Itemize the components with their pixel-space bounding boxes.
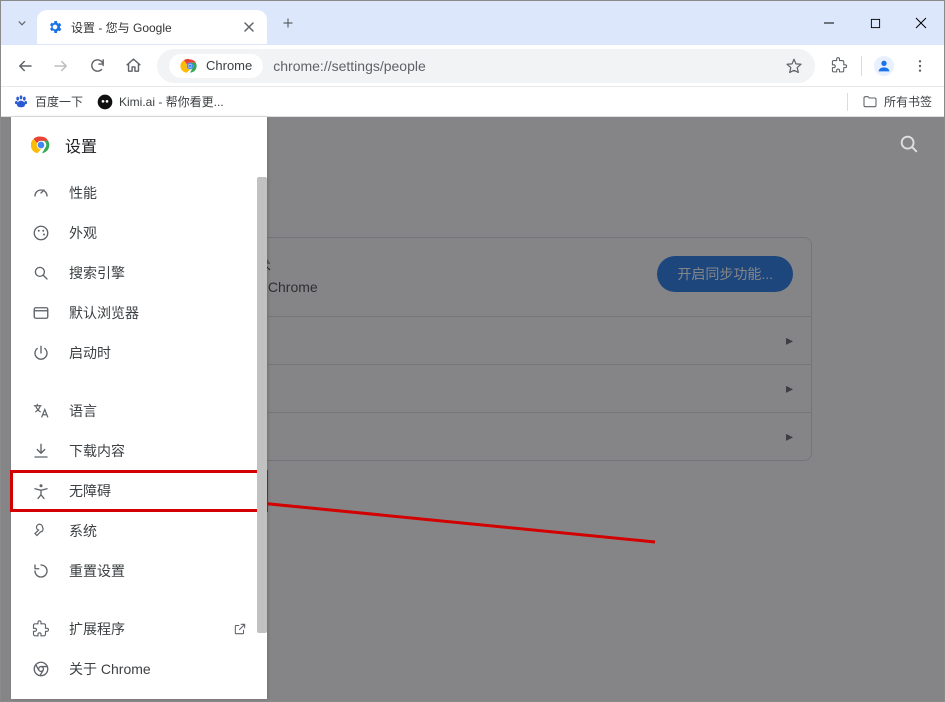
extensions-button[interactable] xyxy=(823,50,855,82)
bookmark-item-kimi[interactable]: Kimi.ai - 帮你看更... xyxy=(97,93,224,110)
star-icon xyxy=(785,57,803,75)
menu-button[interactable] xyxy=(904,50,936,82)
tab-search-button[interactable] xyxy=(7,8,37,38)
window-close-button[interactable] xyxy=(898,1,944,45)
scrollbar-thumb[interactable] xyxy=(257,177,267,633)
puzzle-icon xyxy=(831,57,848,74)
address-bar[interactable]: Chrome chrome://settings/people xyxy=(157,49,815,83)
maximize-icon xyxy=(870,18,881,29)
bookmark-label: Kimi.ai - 帮你看更... xyxy=(119,93,224,110)
arrow-right-icon xyxy=(52,57,70,75)
sidebar-item-about-chrome[interactable]: 关于 Chrome xyxy=(11,649,267,689)
browser-toolbar: Chrome chrome://settings/people xyxy=(1,45,944,87)
sidebar-item-languages[interactable]: 语言 xyxy=(11,391,267,431)
home-button[interactable] xyxy=(117,50,149,82)
puzzle-icon xyxy=(31,619,51,639)
minimize-icon xyxy=(823,17,835,29)
download-icon xyxy=(31,441,51,461)
sidebar-scroll-area: 性能 外观 搜索引擎 默认浏览器 启动时 语言 下载内容 无障碍 xyxy=(11,173,267,699)
search-icon xyxy=(31,263,51,283)
forward-button[interactable] xyxy=(45,50,77,82)
sidebar-item-label: 扩展程序 xyxy=(69,619,125,639)
sidebar-item-label: 无障碍 xyxy=(69,481,111,501)
url-text: chrome://settings/people xyxy=(273,58,426,74)
browser-window-icon xyxy=(31,303,51,323)
person-icon xyxy=(874,56,894,76)
sidebar-item-label: 语言 xyxy=(69,401,97,421)
sidebar-item-downloads[interactable]: 下载内容 xyxy=(11,431,267,471)
settings-sidebar: 设置 性能 外观 搜索引擎 默认浏览器 启动时 语言 下载内 xyxy=(11,117,267,699)
translate-icon xyxy=(31,401,51,421)
window-minimize-button[interactable] xyxy=(806,1,852,45)
open-external-icon xyxy=(233,622,247,636)
settings-title: 设置 xyxy=(65,133,97,157)
home-icon xyxy=(125,57,142,74)
tab-title: 设置 - 您与 Google xyxy=(71,19,233,36)
arrow-left-icon xyxy=(16,57,34,75)
window-maximize-button[interactable] xyxy=(852,1,898,45)
chrome-logo-icon xyxy=(31,135,51,155)
sidebar-item-search-engine[interactable]: 搜索引擎 xyxy=(11,253,267,293)
bookmarks-separator xyxy=(847,93,848,111)
new-tab-button[interactable] xyxy=(273,8,303,38)
settings-search-button[interactable] xyxy=(898,133,920,155)
sidebar-item-extensions[interactable]: 扩展程序 xyxy=(11,609,267,649)
tab-strip: 设置 - 您与 Google xyxy=(1,1,944,45)
site-info-label: Chrome xyxy=(206,58,252,73)
bookmark-label: 百度一下 xyxy=(35,93,83,110)
palette-icon xyxy=(31,223,51,243)
kebab-icon xyxy=(912,58,928,74)
settings-header: 设置 xyxy=(11,117,267,173)
sidebar-item-label: 关于 Chrome xyxy=(69,659,151,679)
sidebar-item-label: 默认浏览器 xyxy=(69,303,139,323)
wrench-icon xyxy=(31,521,51,541)
sidebar-item-accessibility[interactable]: 无障碍 xyxy=(11,471,267,511)
sidebar-item-on-startup[interactable]: 启动时 xyxy=(11,333,267,373)
sidebar-item-label: 重置设置 xyxy=(69,561,125,581)
profile-button[interactable] xyxy=(868,50,900,82)
bookmarks-bar: 百度一下 Kimi.ai - 帮你看更... 所有书签 xyxy=(1,87,944,117)
chevron-down-icon xyxy=(15,16,29,30)
baidu-paw-icon xyxy=(13,94,29,110)
sidebar-scrollbar[interactable] xyxy=(257,177,267,695)
all-bookmarks-button[interactable]: 所有书签 xyxy=(862,93,932,110)
sidebar-item-system[interactable]: 系统 xyxy=(11,511,267,551)
sidebar-item-label: 搜索引擎 xyxy=(69,263,125,283)
reload-button[interactable] xyxy=(81,50,113,82)
speedometer-icon xyxy=(31,183,51,203)
close-icon xyxy=(244,22,254,32)
sidebar-item-performance[interactable]: 性能 xyxy=(11,173,267,213)
folder-icon xyxy=(862,94,878,110)
sidebar-item-label: 外观 xyxy=(69,223,97,243)
plus-icon xyxy=(281,16,295,30)
chrome-icon xyxy=(180,56,200,76)
sidebar-item-label: 启动时 xyxy=(69,343,111,363)
sidebar-item-label: 系统 xyxy=(69,521,97,541)
search-icon xyxy=(898,133,920,155)
reset-icon xyxy=(31,561,51,581)
back-button[interactable] xyxy=(9,50,41,82)
sidebar-item-label: 性能 xyxy=(69,183,97,203)
tab-close-button[interactable] xyxy=(241,19,257,35)
close-icon xyxy=(915,17,927,29)
bookmark-star-button[interactable] xyxy=(785,57,803,75)
window-controls xyxy=(806,1,944,45)
browser-tab[interactable]: 设置 - 您与 Google xyxy=(37,10,267,44)
sidebar-item-reset[interactable]: 重置设置 xyxy=(11,551,267,591)
bookmark-item-baidu[interactable]: 百度一下 xyxy=(13,93,83,110)
all-bookmarks-label: 所有书签 xyxy=(884,93,932,110)
reload-icon xyxy=(89,57,106,74)
kimi-icon xyxy=(97,94,113,110)
sidebar-item-default-browser[interactable]: 默认浏览器 xyxy=(11,293,267,333)
power-icon xyxy=(31,343,51,363)
sidebar-item-appearance[interactable]: 外观 xyxy=(11,213,267,253)
chrome-outline-icon xyxy=(31,659,51,679)
toolbar-separator xyxy=(861,56,862,76)
gear-icon xyxy=(47,19,63,35)
site-info-chip[interactable]: Chrome xyxy=(169,54,263,78)
sidebar-item-label: 下载内容 xyxy=(69,441,125,461)
accessibility-icon xyxy=(31,481,51,501)
